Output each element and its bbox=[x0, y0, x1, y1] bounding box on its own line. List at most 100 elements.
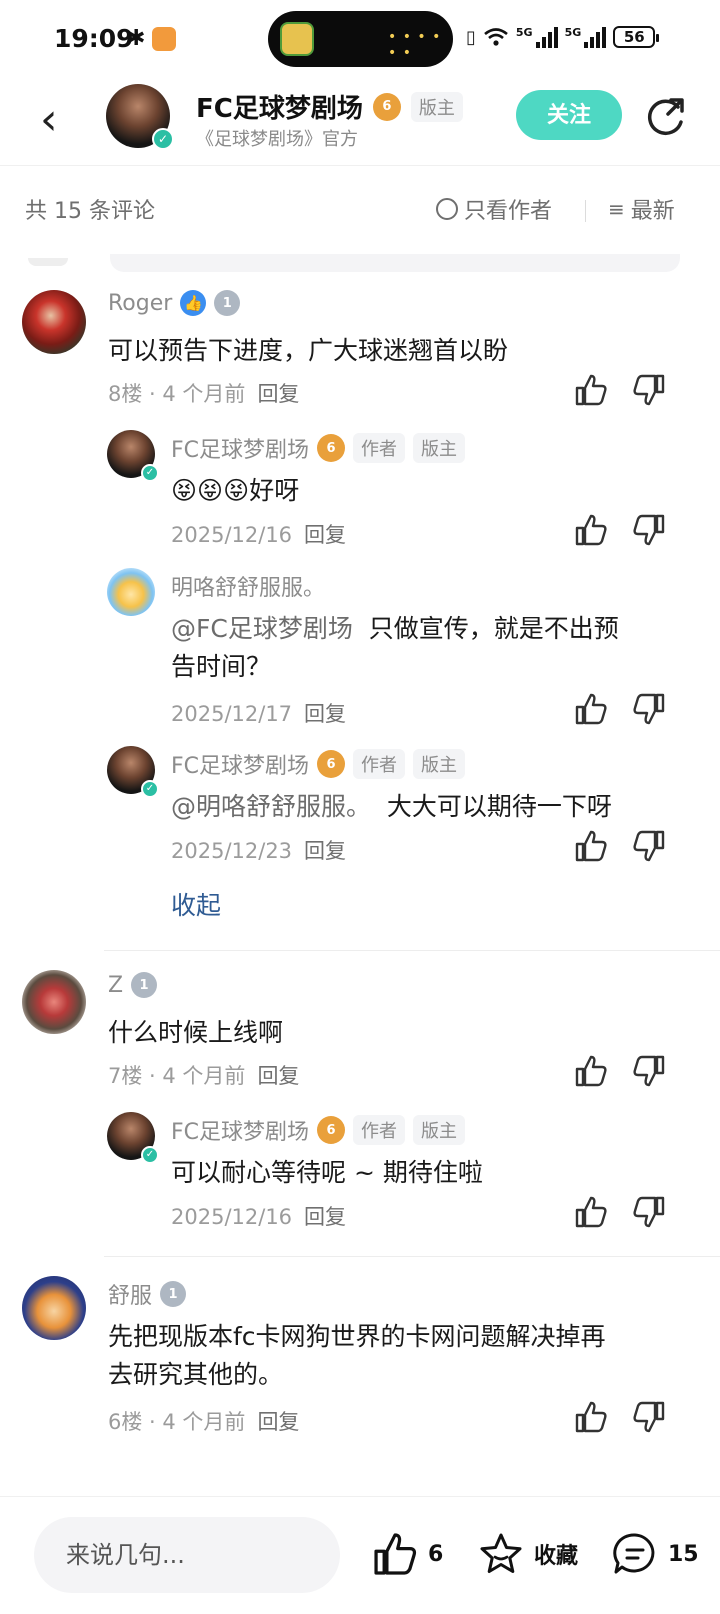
only-author-toggle[interactable]: 只看作者 bbox=[436, 193, 552, 225]
reply-link[interactable]: 回复 bbox=[257, 1064, 299, 1088]
reply-meta: 2025/12/23 回复 bbox=[171, 835, 346, 865]
moderator-tag: 版主 bbox=[413, 1115, 466, 1145]
back-arrow-icon[interactable]: ‹ bbox=[40, 98, 58, 142]
like-post-button[interactable]: 6 bbox=[372, 1531, 443, 1577]
wifi-icon bbox=[484, 28, 508, 46]
reply-avatar[interactable]: ✓ bbox=[107, 430, 159, 482]
reply-name-row: 明咯舒舒服服。 bbox=[171, 570, 325, 602]
status-time: 19:09 bbox=[54, 24, 134, 53]
dislike-icon[interactable] bbox=[632, 829, 666, 863]
reply-date: 2025/12/17 bbox=[171, 702, 293, 726]
reply-text: @FC足球梦剧场 只做宣传，就是不出预告时间？ bbox=[171, 610, 619, 686]
bluetooth-icon: ✱ bbox=[127, 26, 146, 51]
reply-user-name[interactable]: FC足球梦剧场 bbox=[171, 748, 309, 780]
reply-user-name[interactable]: FC足球梦剧场 bbox=[171, 432, 309, 464]
comment-text-line: 先把现版本fc卡网狗世界的卡网问题解决掉再 bbox=[108, 1322, 606, 1351]
user-name[interactable]: Roger bbox=[108, 291, 172, 316]
reply-link[interactable]: 回复 bbox=[257, 1410, 299, 1434]
like-icon[interactable] bbox=[574, 829, 608, 863]
reply-link[interactable]: 回复 bbox=[304, 702, 346, 726]
reply-link[interactable]: 回复 bbox=[304, 523, 346, 547]
reply-link[interactable]: 回复 bbox=[257, 382, 299, 406]
favorite-button[interactable]: 收藏 bbox=[478, 1531, 578, 1577]
top-header: ‹ ✓ FC足球梦剧场 6 版主 《足球梦剧场》官方 关注 bbox=[0, 80, 720, 166]
status-bar: 19:09 ✱ • • • • • • ▯ 5G 5G 56 bbox=[0, 0, 720, 80]
reply-avatar[interactable] bbox=[107, 568, 155, 616]
reply-name-row: FC足球梦剧场 6 作者 版主 bbox=[171, 748, 466, 780]
like-icon[interactable] bbox=[574, 373, 608, 407]
like-icon[interactable] bbox=[574, 1195, 608, 1229]
author-subtitle: 《足球梦剧场》官方 bbox=[196, 129, 358, 150]
reply-name-row: FC足球梦剧场 6 作者 版主 bbox=[171, 432, 466, 464]
dynamic-island[interactable]: • • • • • • bbox=[268, 11, 453, 67]
reply-link[interactable]: 回复 bbox=[304, 1205, 346, 1229]
reply-user-name[interactable]: 明咯舒舒服服。 bbox=[171, 570, 325, 602]
reply-date: 2025/12/16 bbox=[171, 523, 293, 547]
user-name[interactable]: 舒服 bbox=[108, 1278, 152, 1310]
reply-text: 😝😝😝好呀 bbox=[171, 472, 299, 510]
dislike-icon[interactable] bbox=[632, 373, 666, 407]
author-name-row: FC足球梦剧场 6 版主 bbox=[196, 88, 463, 125]
dislike-icon[interactable] bbox=[632, 692, 666, 726]
verified-icon: ✓ bbox=[152, 128, 174, 150]
dislike-icon[interactable] bbox=[632, 1400, 666, 1434]
sort-label: 最新 bbox=[630, 199, 675, 224]
floor-time: 7楼 · 4 个月前 bbox=[108, 1064, 246, 1088]
previous-avatar-edge bbox=[28, 258, 68, 266]
reply-text-line: 告时间？ bbox=[171, 652, 272, 681]
level-badge-icon: 1 bbox=[214, 290, 241, 316]
like-icon[interactable] bbox=[574, 513, 608, 547]
reply-link[interactable]: 回复 bbox=[304, 839, 346, 863]
island-dots: • • • • • • bbox=[388, 29, 442, 61]
level-badge-icon: 1 bbox=[131, 972, 158, 998]
follow-button[interactable]: 关注 bbox=[516, 90, 622, 140]
floor-time: 8楼 · 4 个月前 bbox=[108, 382, 246, 406]
sort-toggle[interactable]: ≡ 最新 bbox=[608, 193, 675, 225]
like-icon[interactable] bbox=[574, 1400, 608, 1434]
level-badge-icon: 6 bbox=[372, 92, 401, 121]
moderator-tag: 版主 bbox=[413, 433, 466, 463]
reply-avatar[interactable]: ✓ bbox=[107, 1112, 159, 1164]
reply-meta: 2025/12/16 回复 bbox=[171, 1201, 346, 1231]
dislike-icon[interactable] bbox=[632, 1195, 666, 1229]
user-avatar[interactable] bbox=[22, 1276, 86, 1340]
comment-sort-bar: 共 15 条评论 只看作者 ≡ 最新 bbox=[0, 166, 720, 246]
mention-link[interactable]: @FC足球梦剧场 bbox=[171, 614, 353, 643]
network-label: 5G bbox=[564, 26, 582, 39]
radio-icon bbox=[436, 198, 458, 220]
share-icon[interactable] bbox=[644, 94, 688, 138]
signal-icon bbox=[535, 26, 558, 48]
sort-list-icon: ≡ bbox=[608, 197, 625, 221]
verified-icon: ✓ bbox=[141, 1146, 159, 1164]
comments-button[interactable]: 15 bbox=[612, 1531, 699, 1577]
like-icon bbox=[374, 1533, 417, 1575]
mention-link[interactable]: @明咯舒舒服服。 bbox=[171, 792, 371, 821]
like-icon[interactable] bbox=[574, 692, 608, 726]
reply-text-body: 大大可以期待一下呀 bbox=[386, 792, 612, 821]
comment-meta: 7楼 · 4 个月前 回复 bbox=[108, 1060, 299, 1090]
like-count: 6 bbox=[428, 1541, 444, 1567]
reply-avatar[interactable]: ✓ bbox=[107, 746, 159, 798]
user-name[interactable]: Z bbox=[108, 973, 123, 998]
comment-text: 什么时候上线啊 bbox=[108, 1018, 284, 1047]
user-name-row: 舒服 1 bbox=[108, 1278, 187, 1310]
collapse-link[interactable]: 收起 bbox=[171, 886, 221, 922]
app-notification-icon bbox=[152, 27, 176, 51]
comment-input[interactable]: 来说几句... bbox=[34, 1517, 340, 1593]
author-avatar[interactable]: ✓ bbox=[106, 84, 174, 150]
only-author-label: 只看作者 bbox=[464, 199, 553, 224]
author-name[interactable]: FC足球梦剧场 bbox=[196, 88, 363, 125]
reply-user-name[interactable]: FC足球梦剧场 bbox=[171, 1114, 309, 1146]
like-icon[interactable] bbox=[574, 1054, 608, 1088]
reply-text: @明咯舒舒服服。 大大可以期待一下呀 bbox=[171, 788, 612, 826]
reply-date: 2025/12/16 bbox=[171, 1205, 293, 1229]
dislike-icon[interactable] bbox=[632, 1054, 666, 1088]
dislike-icon[interactable] bbox=[632, 513, 666, 547]
user-avatar[interactable] bbox=[22, 290, 86, 354]
author-tag: 作者 bbox=[353, 1115, 406, 1145]
comment-text: 可以预告下进度，广大球迷翘首以盼 bbox=[108, 336, 509, 365]
reply-text-line: 只做宣传，就是不出预 bbox=[368, 614, 619, 643]
reply-name-row: FC足球梦剧场 6 作者 版主 bbox=[171, 1114, 466, 1146]
user-avatar[interactable] bbox=[22, 970, 86, 1034]
level-badge-icon: 1 bbox=[160, 1281, 187, 1307]
